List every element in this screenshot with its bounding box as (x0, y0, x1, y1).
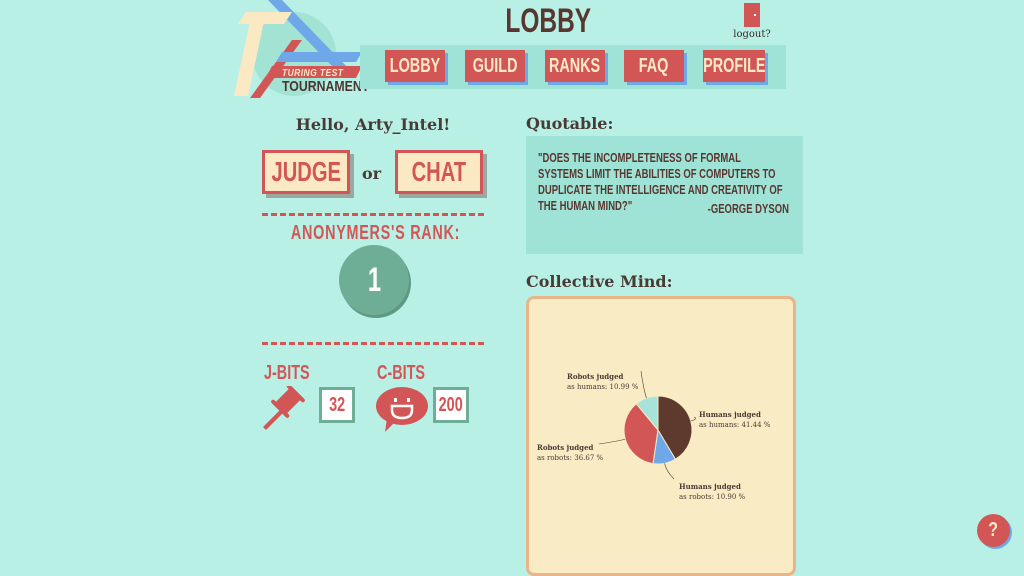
nav-profile-label: PROFILE (702, 54, 766, 77)
help-label: ? (988, 519, 999, 541)
pie-data-label: Robots judged (537, 443, 594, 452)
quote-panel: "Does the incompleteness of formal syste… (526, 136, 803, 254)
pie-leader-line (598, 438, 626, 445)
nav-faq[interactable]: FAQ (624, 50, 684, 82)
chat-button[interactable]: CHAT (395, 150, 483, 194)
pie-data-label: Humans judged (679, 482, 741, 491)
gavel-icon (263, 386, 305, 430)
collective-heading: Collective Mind: (526, 272, 673, 291)
cbits-value-box: 200 (433, 387, 469, 423)
nav-guild[interactable]: GUILD (465, 50, 525, 82)
pie-data-label: as humans: 10.99 % (567, 383, 639, 391)
rank-value: 1 (367, 260, 381, 299)
pie-data-label: as humans: 41.44 % (699, 421, 771, 429)
cbits-label-text: C-BITS (377, 362, 426, 384)
main-nav: LOBBY GUILD RANKS FAQ PROFILE (360, 45, 786, 89)
chat-label: CHAT (411, 156, 467, 187)
quote-author: -George Dyson (707, 202, 789, 216)
divider (262, 213, 484, 216)
or-text: or (362, 164, 382, 183)
rank-badge: 1 (339, 245, 409, 315)
judge-label: JUDGE (271, 156, 341, 187)
judge-button[interactable]: JUDGE (262, 150, 350, 194)
page-title: LOBBY (505, 2, 592, 40)
nav-lobby[interactable]: LOBBY (385, 50, 445, 82)
door-icon (744, 3, 760, 27)
pie-leader-line (690, 416, 696, 422)
nav-ranks-label: RANKS (549, 54, 601, 77)
help-button[interactable]: ? (977, 514, 1010, 547)
pie-leader-line (664, 463, 675, 480)
logo[interactable]: TURING TEST TOURNAMENT (232, 0, 372, 100)
jbits-label: J-BITS (264, 362, 327, 385)
nav-ranks[interactable]: RANKS (545, 50, 605, 82)
pie-data-label: Humans judged (699, 410, 761, 419)
logout-label: logout? (733, 29, 771, 40)
pie-data-label: as robots: 10.90 % (679, 493, 746, 501)
jbits-label-text: J-BITS (264, 362, 310, 384)
chat-smiley-icon (376, 387, 428, 432)
pie-chart: Humans judged as humans: 41.44 % Humans ju… (537, 370, 771, 501)
pie-leader-line (640, 370, 647, 399)
quotable-heading: Quotable: (526, 114, 614, 133)
logout-button[interactable]: logout? (730, 3, 774, 40)
nav-guild-label: GUILD (472, 54, 518, 77)
divider (262, 342, 484, 345)
cbits-label: C-BITS (377, 362, 444, 385)
jbits-value-box: 32 (319, 387, 355, 423)
greeting: Hello, Arty_Intel! (295, 115, 451, 134)
cbits-value: 200 (438, 393, 464, 416)
pie-data-label: as robots: 36.67 % (537, 454, 604, 462)
jbits-value: 32 (328, 393, 346, 416)
pie-data-label: Robots judged (567, 372, 624, 381)
rank-label-text: ANONYMERS'S RANK: (290, 222, 461, 244)
nav-faq-label: FAQ (639, 54, 669, 77)
rank-label: ANONYMERS'S RANK: (258, 222, 488, 245)
nav-profile[interactable]: PROFILE (703, 50, 765, 82)
collective-mind-panel: Humans judged as humans: 41.44 % Humans ju… (526, 296, 796, 576)
logo-title: TOURNAMENT (282, 78, 370, 95)
nav-lobby-label: LOBBY (389, 54, 441, 77)
